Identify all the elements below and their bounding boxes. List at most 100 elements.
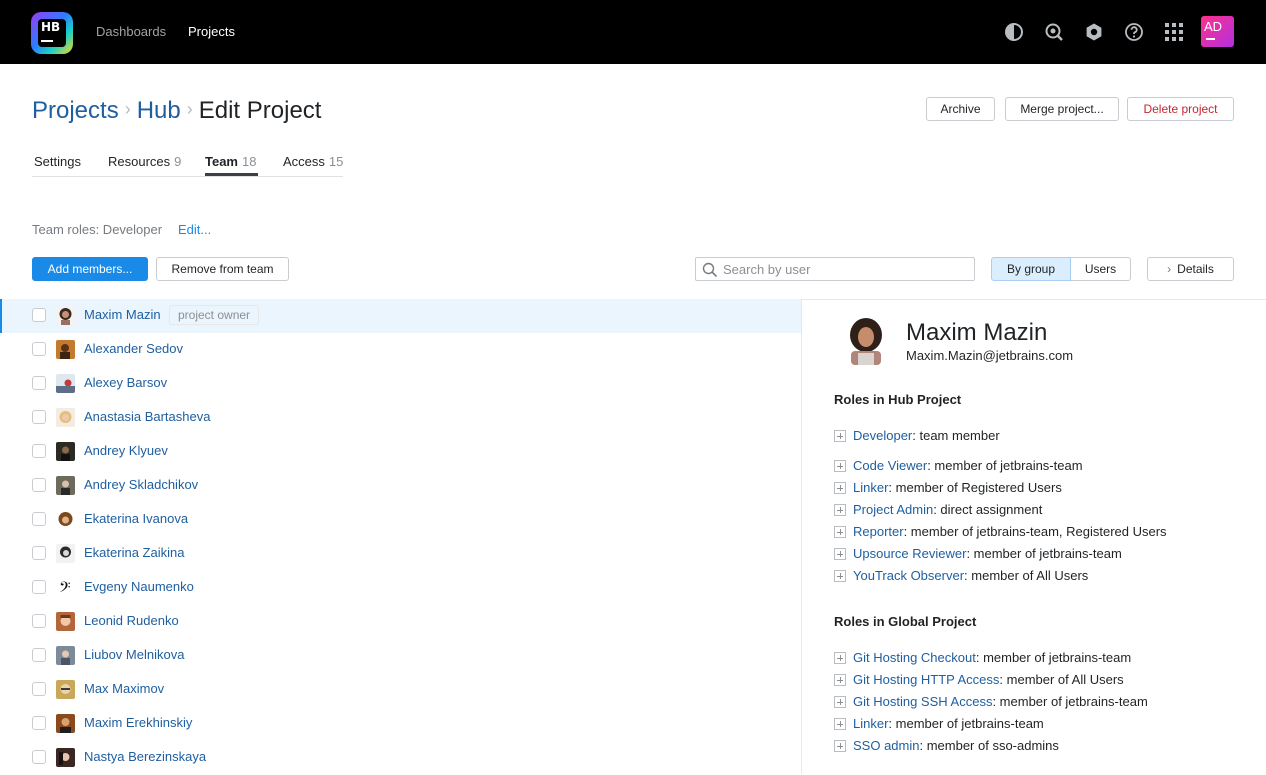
avatar	[56, 442, 75, 461]
member-name[interactable]: Leonid Rudenko	[84, 613, 179, 628]
member-name[interactable]: Max Maximov	[84, 681, 164, 696]
top-bar: HB Dashboards Projects AD	[0, 0, 1266, 64]
details-user-name: Maxim Mazin	[906, 319, 1048, 346]
list-item[interactable]: Maxim Erekhinskiy	[0, 707, 801, 741]
expand-plus-icon[interactable]	[834, 460, 846, 472]
search-field	[695, 257, 975, 281]
member-name[interactable]: Alexey Barsov	[84, 375, 167, 390]
theme-icon[interactable]	[1004, 22, 1024, 42]
member-name[interactable]: Evgeny Naumenko	[84, 579, 194, 594]
row-checkbox[interactable]	[32, 478, 46, 492]
help-icon[interactable]	[1124, 22, 1144, 42]
expand-plus-icon[interactable]	[834, 482, 846, 494]
add-members-button[interactable]: Add members...	[32, 257, 148, 281]
global-roles-heading: Roles in Global Project	[834, 614, 977, 629]
settings-icon[interactable]	[1084, 22, 1104, 42]
row-checkbox[interactable]	[32, 308, 46, 322]
expand-plus-icon[interactable]	[834, 430, 846, 442]
member-name[interactable]: Ekaterina Ivanova	[84, 511, 188, 526]
expand-plus-icon[interactable]	[834, 548, 846, 560]
tab-bar: Settings Resources 9 Team 18 Access 15	[32, 152, 343, 177]
role-item: Code Viewer: member of jetbrains-team	[834, 458, 1083, 473]
expand-plus-icon[interactable]	[834, 718, 846, 730]
role-item: Linker: member of jetbrains-team	[834, 716, 1044, 731]
bass-clef-icon: 𝄢	[56, 578, 75, 597]
breadcrumb-separator-icon: ›	[186, 99, 193, 119]
member-name[interactable]: Nastya Berezinskaya	[84, 749, 206, 764]
list-item[interactable]: Ekaterina Zaikina	[0, 537, 801, 571]
expand-plus-icon[interactable]	[834, 696, 846, 708]
expand-plus-icon[interactable]	[834, 526, 846, 538]
archive-button[interactable]: Archive	[926, 97, 995, 121]
member-name[interactable]: Anastasia Bartasheva	[84, 409, 210, 424]
details-user-email: Maxim.Mazin@jetbrains.com	[906, 348, 1074, 363]
member-name[interactable]: Ekaterina Zaikina	[84, 545, 184, 560]
hub-logo[interactable]: HB	[31, 12, 73, 54]
team-roles-edit-link[interactable]: Edit...	[178, 222, 211, 237]
avatar	[56, 612, 75, 631]
search-icon[interactable]	[1044, 22, 1064, 42]
list-item[interactable]: Alexey Barsov	[0, 367, 801, 401]
nav-projects[interactable]: Projects	[188, 24, 235, 39]
breadcrumb-separator-icon: ›	[124, 99, 131, 119]
tab-settings[interactable]: Settings	[34, 154, 81, 169]
member-name[interactable]: Maxim Erekhinskiy	[84, 715, 192, 730]
remove-from-team-button[interactable]: Remove from team	[156, 257, 289, 281]
delete-project-button[interactable]: Delete project	[1127, 97, 1234, 121]
row-checkbox[interactable]	[32, 580, 46, 594]
list-item[interactable]: Andrey Skladchikov	[0, 469, 801, 503]
list-item[interactable]: Leonid Rudenko	[0, 605, 801, 639]
breadcrumb-hub[interactable]: Hub	[137, 97, 181, 124]
row-checkbox[interactable]	[32, 682, 46, 696]
list-item[interactable]: Anastasia Bartasheva	[0, 401, 801, 435]
expand-plus-icon[interactable]	[834, 570, 846, 582]
list-item[interactable]: Liubov Melnikova	[0, 639, 801, 673]
row-checkbox[interactable]	[32, 648, 46, 662]
row-checkbox[interactable]	[32, 546, 46, 560]
users-toggle[interactable]: Users	[1071, 257, 1131, 281]
role-item: Git Hosting HTTP Access: member of All U…	[834, 672, 1124, 687]
search-input[interactable]	[723, 260, 968, 278]
row-checkbox[interactable]	[32, 716, 46, 730]
avatar	[56, 544, 75, 563]
member-name[interactable]: Maxim Mazin	[84, 307, 161, 322]
member-name[interactable]: Andrey Klyuev	[84, 443, 168, 458]
expand-plus-icon[interactable]	[834, 740, 846, 752]
expand-plus-icon[interactable]	[834, 504, 846, 516]
member-name[interactable]: Andrey Skladchikov	[84, 477, 198, 492]
list-item[interactable]: 𝄢 Evgeny Naumenko	[0, 571, 801, 605]
user-avatar[interactable]: AD	[1201, 16, 1234, 47]
list-item[interactable]: Nastya Berezinskaya	[0, 741, 801, 775]
row-checkbox[interactable]	[32, 512, 46, 526]
list-item[interactable]: Andrey Klyuev	[0, 435, 801, 469]
list-item[interactable]: Maxim Mazin project owner	[0, 299, 801, 333]
list-item[interactable]: Alexander Sedov	[0, 333, 801, 367]
chevron-right-icon: ›	[1167, 262, 1172, 276]
apps-grid-icon[interactable]	[1164, 22, 1184, 42]
row-checkbox[interactable]	[32, 342, 46, 356]
role-item: Reporter: member of jetbrains-team, Regi…	[834, 524, 1167, 539]
role-item: Git Hosting SSH Access: member of jetbra…	[834, 694, 1148, 709]
tab-team[interactable]: Team 18	[205, 154, 256, 169]
member-name[interactable]: Liubov Melnikova	[84, 647, 184, 662]
list-item[interactable]: Max Maximov	[0, 673, 801, 707]
by-group-toggle[interactable]: By group	[991, 257, 1071, 281]
merge-project-button[interactable]: Merge project...	[1005, 97, 1119, 121]
expand-plus-icon[interactable]	[834, 674, 846, 686]
nav-dashboards[interactable]: Dashboards	[96, 24, 166, 39]
breadcrumb-projects[interactable]: Projects	[32, 97, 119, 124]
row-checkbox[interactable]	[32, 614, 46, 628]
row-checkbox[interactable]	[32, 444, 46, 458]
row-checkbox[interactable]	[32, 750, 46, 764]
member-name[interactable]: Alexander Sedov	[84, 341, 183, 356]
tab-access[interactable]: Access 15	[283, 154, 343, 169]
list-item[interactable]: Ekaterina Ivanova	[0, 503, 801, 537]
expand-plus-icon[interactable]	[834, 652, 846, 664]
tab-resources[interactable]: Resources 9	[108, 154, 181, 169]
row-checkbox[interactable]	[32, 410, 46, 424]
details-button[interactable]: › Details	[1147, 257, 1234, 281]
details-avatar	[842, 317, 890, 365]
logo-text: HB	[38, 19, 66, 47]
role-item: Git Hosting Checkout: member of jetbrain…	[834, 650, 1131, 665]
row-checkbox[interactable]	[32, 376, 46, 390]
